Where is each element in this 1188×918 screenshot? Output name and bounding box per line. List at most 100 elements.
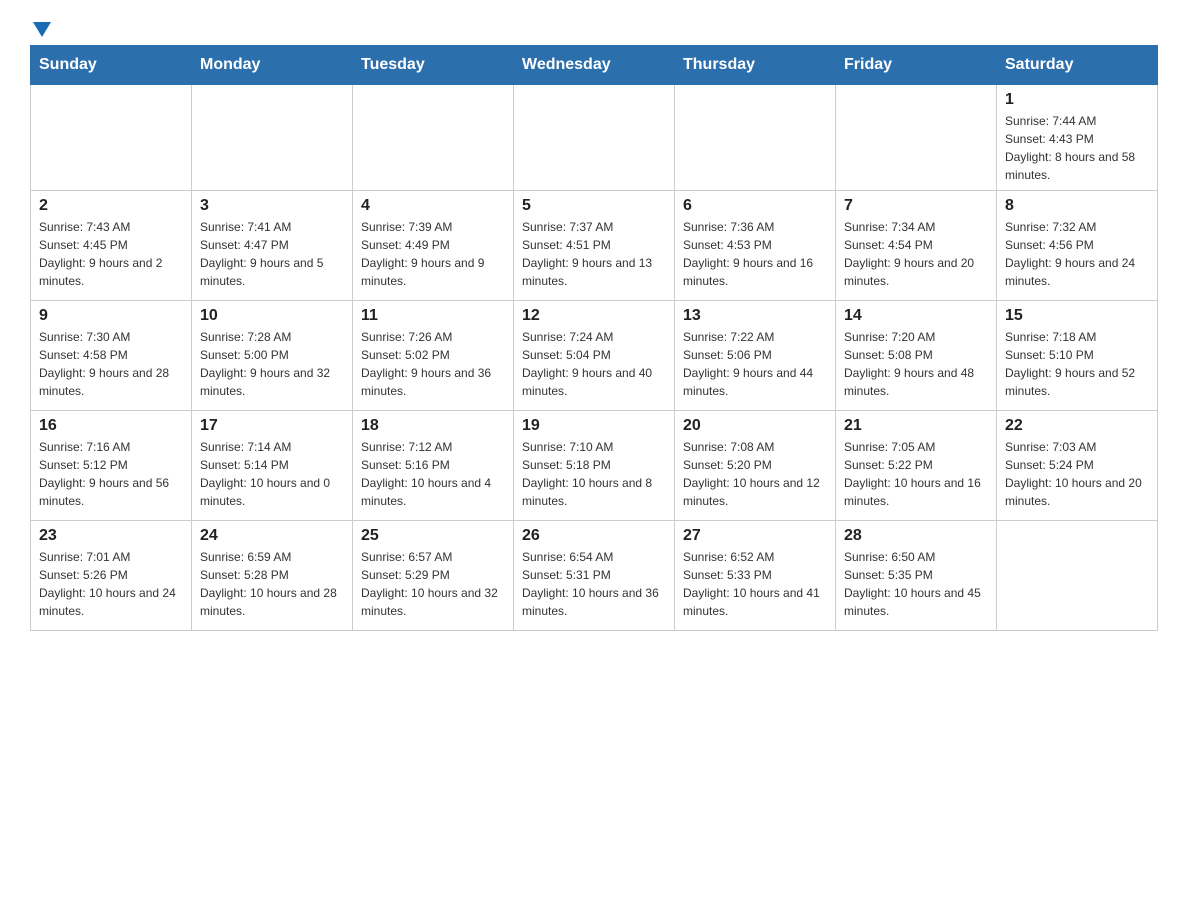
calendar-week-row: 16 Sunrise: 7:16 AM Sunset: 5:12 PM Dayli… xyxy=(31,411,1158,521)
day-info: Sunrise: 7:03 AM Sunset: 5:24 PM Dayligh… xyxy=(1005,438,1149,510)
calendar-cell: 13 Sunrise: 7:22 AM Sunset: 5:06 PM Dayli… xyxy=(675,301,836,411)
day-number: 22 xyxy=(1005,417,1149,435)
day-number: 5 xyxy=(522,197,666,215)
calendar-cell: 9 Sunrise: 7:30 AM Sunset: 4:58 PM Daylig… xyxy=(31,301,192,411)
day-info: Sunrise: 6:50 AM Sunset: 5:35 PM Dayligh… xyxy=(844,548,988,620)
day-number: 6 xyxy=(683,197,827,215)
day-number: 9 xyxy=(39,307,183,325)
calendar-cell: 1 Sunrise: 7:44 AM Sunset: 4:43 PM Daylig… xyxy=(997,85,1158,191)
day-info: Sunrise: 7:05 AM Sunset: 5:22 PM Dayligh… xyxy=(844,438,988,510)
calendar-cell: 15 Sunrise: 7:18 AM Sunset: 5:10 PM Dayli… xyxy=(997,301,1158,411)
day-info: Sunrise: 6:57 AM Sunset: 5:29 PM Dayligh… xyxy=(361,548,505,620)
day-number: 23 xyxy=(39,527,183,545)
calendar-cell: 24 Sunrise: 6:59 AM Sunset: 5:28 PM Dayli… xyxy=(192,521,353,631)
day-number: 8 xyxy=(1005,197,1149,215)
calendar-cell: 21 Sunrise: 7:05 AM Sunset: 5:22 PM Dayli… xyxy=(836,411,997,521)
day-info: Sunrise: 7:18 AM Sunset: 5:10 PM Dayligh… xyxy=(1005,328,1149,400)
calendar-cell: 19 Sunrise: 7:10 AM Sunset: 5:18 PM Dayli… xyxy=(514,411,675,521)
day-info: Sunrise: 7:34 AM Sunset: 4:54 PM Dayligh… xyxy=(844,218,988,290)
calendar-week-row: 2 Sunrise: 7:43 AM Sunset: 4:45 PM Daylig… xyxy=(31,191,1158,301)
day-info: Sunrise: 6:54 AM Sunset: 5:31 PM Dayligh… xyxy=(522,548,666,620)
day-info: Sunrise: 7:44 AM Sunset: 4:43 PM Dayligh… xyxy=(1005,112,1149,184)
calendar-cell xyxy=(31,85,192,191)
day-info: Sunrise: 6:52 AM Sunset: 5:33 PM Dayligh… xyxy=(683,548,827,620)
calendar-cell: 11 Sunrise: 7:26 AM Sunset: 5:02 PM Dayli… xyxy=(353,301,514,411)
calendar-cell: 28 Sunrise: 6:50 AM Sunset: 5:35 PM Dayli… xyxy=(836,521,997,631)
day-info: Sunrise: 7:14 AM Sunset: 5:14 PM Dayligh… xyxy=(200,438,344,510)
day-info: Sunrise: 7:39 AM Sunset: 4:49 PM Dayligh… xyxy=(361,218,505,290)
calendar-cell: 6 Sunrise: 7:36 AM Sunset: 4:53 PM Daylig… xyxy=(675,191,836,301)
calendar-cell xyxy=(997,521,1158,631)
day-number: 12 xyxy=(522,307,666,325)
calendar-cell xyxy=(192,85,353,191)
calendar-cell xyxy=(353,85,514,191)
day-number: 28 xyxy=(844,527,988,545)
day-info: Sunrise: 7:12 AM Sunset: 5:16 PM Dayligh… xyxy=(361,438,505,510)
day-number: 13 xyxy=(683,307,827,325)
day-info: Sunrise: 7:32 AM Sunset: 4:56 PM Dayligh… xyxy=(1005,218,1149,290)
day-info: Sunrise: 7:22 AM Sunset: 5:06 PM Dayligh… xyxy=(683,328,827,400)
weekday-header-sunday: Sunday xyxy=(31,46,192,85)
day-number: 17 xyxy=(200,417,344,435)
day-number: 1 xyxy=(1005,91,1149,109)
calendar-cell: 2 Sunrise: 7:43 AM Sunset: 4:45 PM Daylig… xyxy=(31,191,192,301)
calendar-cell: 18 Sunrise: 7:12 AM Sunset: 5:16 PM Dayli… xyxy=(353,411,514,521)
day-info: Sunrise: 7:01 AM Sunset: 5:26 PM Dayligh… xyxy=(39,548,183,620)
calendar-cell: 5 Sunrise: 7:37 AM Sunset: 4:51 PM Daylig… xyxy=(514,191,675,301)
day-number: 21 xyxy=(844,417,988,435)
calendar-cell xyxy=(514,85,675,191)
day-info: Sunrise: 7:28 AM Sunset: 5:00 PM Dayligh… xyxy=(200,328,344,400)
day-number: 7 xyxy=(844,197,988,215)
day-info: Sunrise: 7:08 AM Sunset: 5:20 PM Dayligh… xyxy=(683,438,827,510)
calendar-cell: 14 Sunrise: 7:20 AM Sunset: 5:08 PM Dayli… xyxy=(836,301,997,411)
calendar-table: SundayMondayTuesdayWednesdayThursdayFrid… xyxy=(30,45,1158,631)
page-header xyxy=(30,20,1158,35)
day-number: 15 xyxy=(1005,307,1149,325)
day-number: 20 xyxy=(683,417,827,435)
calendar-cell: 7 Sunrise: 7:34 AM Sunset: 4:54 PM Daylig… xyxy=(836,191,997,301)
calendar-cell xyxy=(836,85,997,191)
day-info: Sunrise: 7:24 AM Sunset: 5:04 PM Dayligh… xyxy=(522,328,666,400)
calendar-cell: 27Sunrise: 6:52 AM Sunset: 5:33 PM Dayli… xyxy=(675,521,836,631)
logo-triangle-icon xyxy=(33,22,51,37)
calendar-cell: 10 Sunrise: 7:28 AM Sunset: 5:00 PM Dayli… xyxy=(192,301,353,411)
calendar-cell xyxy=(675,85,836,191)
calendar-cell: 8 Sunrise: 7:32 AM Sunset: 4:56 PM Daylig… xyxy=(997,191,1158,301)
day-number: 10 xyxy=(200,307,344,325)
day-number: 19 xyxy=(522,417,666,435)
calendar-cell: 20 Sunrise: 7:08 AM Sunset: 5:20 PM Dayli… xyxy=(675,411,836,521)
day-number: 2 xyxy=(39,197,183,215)
day-info: Sunrise: 7:10 AM Sunset: 5:18 PM Dayligh… xyxy=(522,438,666,510)
weekday-header-tuesday: Tuesday xyxy=(353,46,514,85)
weekday-header-friday: Friday xyxy=(836,46,997,85)
calendar-cell: 26 Sunrise: 6:54 AM Sunset: 5:31 PM Dayli… xyxy=(514,521,675,631)
day-info: Sunrise: 7:36 AM Sunset: 4:53 PM Dayligh… xyxy=(683,218,827,290)
weekday-header-thursday: Thursday xyxy=(675,46,836,85)
calendar-cell: 25Sunrise: 6:57 AM Sunset: 5:29 PM Dayli… xyxy=(353,521,514,631)
weekday-header-row: SundayMondayTuesdayWednesdayThursdayFrid… xyxy=(31,46,1158,85)
weekday-header-wednesday: Wednesday xyxy=(514,46,675,85)
calendar-cell: 16 Sunrise: 7:16 AM Sunset: 5:12 PM Dayli… xyxy=(31,411,192,521)
day-number: 14 xyxy=(844,307,988,325)
day-number: 18 xyxy=(361,417,505,435)
day-info: Sunrise: 7:20 AM Sunset: 5:08 PM Dayligh… xyxy=(844,328,988,400)
day-info: Sunrise: 7:26 AM Sunset: 5:02 PM Dayligh… xyxy=(361,328,505,400)
day-number: 24 xyxy=(200,527,344,545)
day-info: Sunrise: 7:30 AM Sunset: 4:58 PM Dayligh… xyxy=(39,328,183,400)
day-info: Sunrise: 7:16 AM Sunset: 5:12 PM Dayligh… xyxy=(39,438,183,510)
calendar-cell: 12 Sunrise: 7:24 AM Sunset: 5:04 PM Dayli… xyxy=(514,301,675,411)
day-number: 11 xyxy=(361,307,505,325)
calendar-cell: 23 Sunrise: 7:01 AM Sunset: 5:26 PM Dayli… xyxy=(31,521,192,631)
logo xyxy=(30,20,51,35)
day-info: Sunrise: 7:37 AM Sunset: 4:51 PM Dayligh… xyxy=(522,218,666,290)
day-number: 26 xyxy=(522,527,666,545)
day-number: 3 xyxy=(200,197,344,215)
calendar-week-row: 9 Sunrise: 7:30 AM Sunset: 4:58 PM Daylig… xyxy=(31,301,1158,411)
day-number: 16 xyxy=(39,417,183,435)
weekday-header-monday: Monday xyxy=(192,46,353,85)
day-info: Sunrise: 7:43 AM Sunset: 4:45 PM Dayligh… xyxy=(39,218,183,290)
calendar-cell: 22 Sunrise: 7:03 AM Sunset: 5:24 PM Dayli… xyxy=(997,411,1158,521)
day-info: Sunrise: 6:59 AM Sunset: 5:28 PM Dayligh… xyxy=(200,548,344,620)
calendar-week-row: 1 Sunrise: 7:44 AM Sunset: 4:43 PM Daylig… xyxy=(31,85,1158,191)
weekday-header-saturday: Saturday xyxy=(997,46,1158,85)
